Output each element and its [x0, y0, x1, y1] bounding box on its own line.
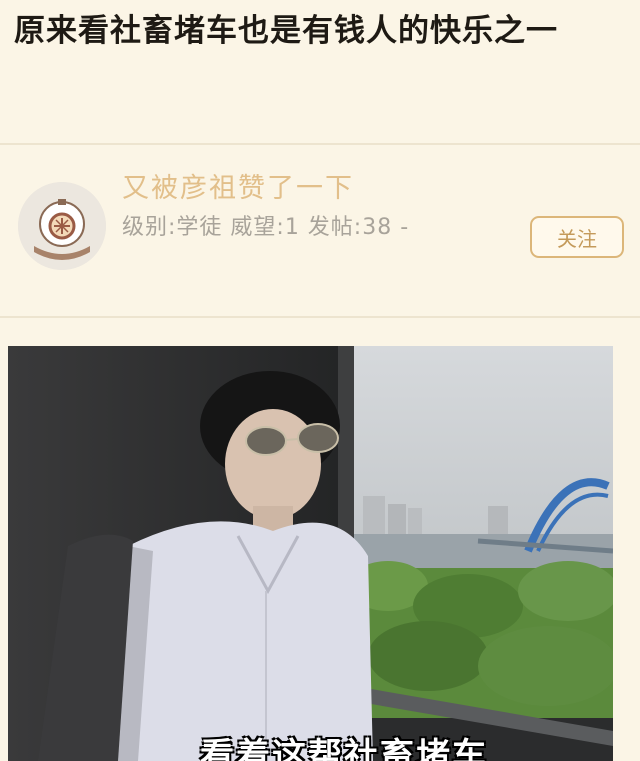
header-divider	[0, 143, 640, 145]
photo-illustration	[8, 346, 613, 761]
avatar[interactable]	[18, 182, 106, 270]
author-name[interactable]: 又被彦祖赞了一下	[122, 166, 354, 205]
image-caption: 看着这帮社畜堵车	[200, 736, 488, 761]
follow-button[interactable]: 关注	[530, 216, 624, 258]
author-divider	[0, 316, 640, 318]
post-image[interactable]: 看着这帮社畜堵车	[8, 346, 613, 761]
post-title: 原来看社畜堵车也是有钱人的快乐之一	[14, 13, 558, 49]
author-stats: 级别:学徒 威望:1 发帖:38 -	[122, 215, 410, 240]
diving-helmet-icon	[18, 182, 106, 270]
